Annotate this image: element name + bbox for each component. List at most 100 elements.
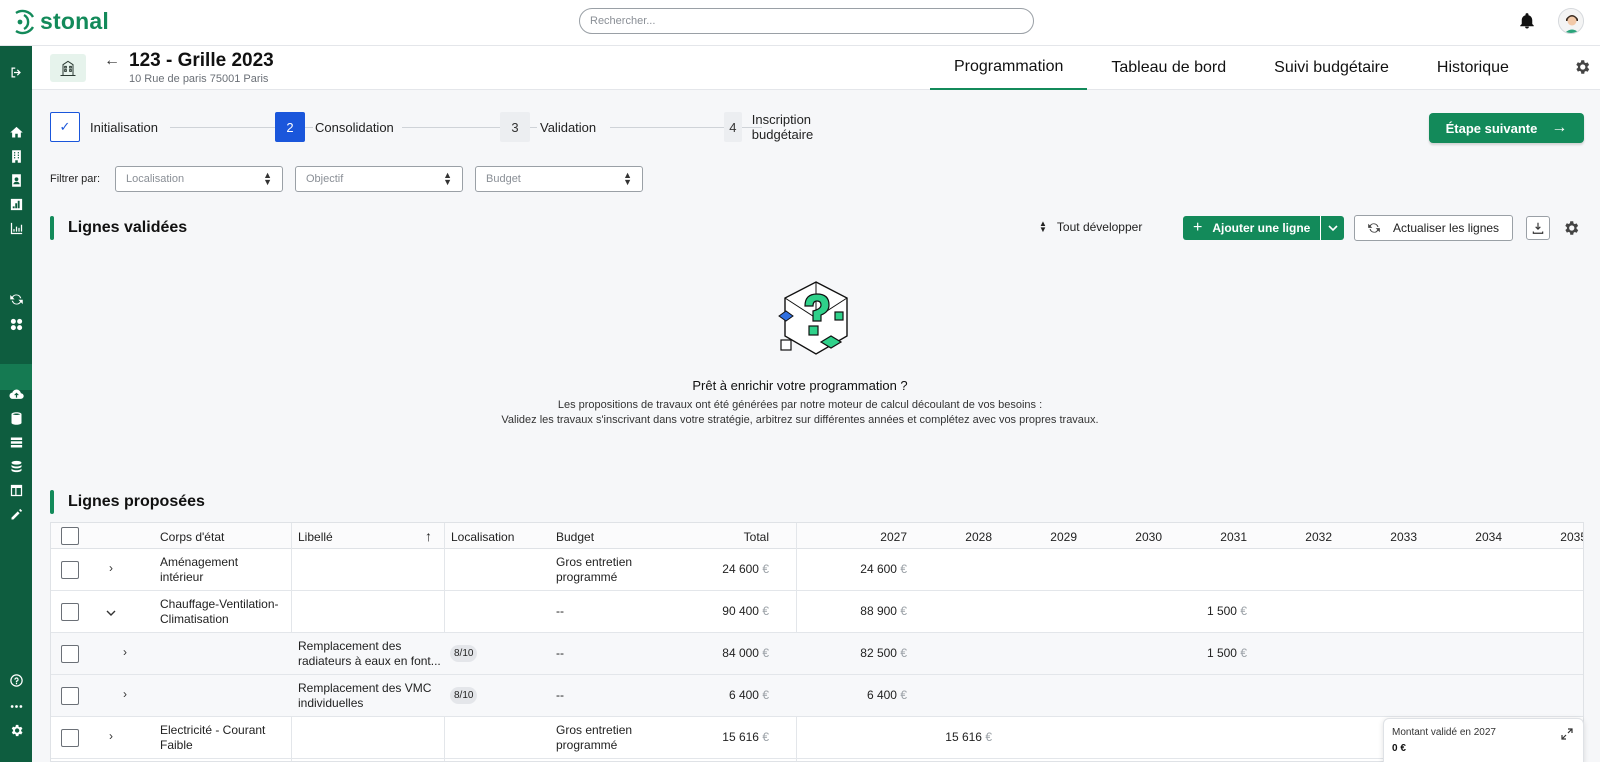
stonal-logo[interactable]: stonal [14,8,109,35]
plus-icon: + [1193,219,1203,236]
col-total[interactable]: Total [681,530,769,544]
sidebar-list[interactable] [6,432,26,452]
sort-arrow-up-icon[interactable]: ↑ [425,528,432,544]
step-initialisation[interactable]: ✓ Initialisation [50,112,158,142]
chevron-down-icon[interactable] [105,607,117,619]
validated-amount-label: Montant validé en 2027 [1392,727,1496,738]
col-year[interactable]: 2030 [1086,530,1162,544]
bar-chart-icon [10,198,22,210]
col-year[interactable]: 2027 [831,530,907,544]
header-settings-gear-icon[interactable] [1573,58,1591,76]
col-year[interactable]: 2033 [1341,530,1417,544]
sidebar-help[interactable] [6,670,26,690]
table-settings-gear-icon[interactable] [1562,219,1580,237]
chevron-right-icon[interactable]: › [123,645,127,659]
cell-total: 6 400 € [728,688,769,702]
sidebar-more[interactable] [6,696,26,716]
tab-programmation[interactable]: Programmation [930,46,1088,90]
cell-libelle: Remplacement des radiateurs à eaux en fon… [298,639,441,668]
step-validation[interactable]: 3 Validation [500,112,596,142]
tab-historique[interactable]: Historique [1413,46,1533,90]
step-label: Validation [540,119,597,135]
step-consolidation[interactable]: 2 Consolidation [275,112,394,142]
proposed-lines-table: Corps d'état Libellé ↑ Localisation Budg… [50,522,1584,762]
table-row[interactable]: › Electricité - Courant Faible Gros entre… [51,717,1583,759]
validated-section-title: Lignes validées [68,219,188,236]
refresh-lines-button[interactable]: Actualiser les lignes [1354,215,1513,241]
empty-state-line: Les propositions de travaux ont été géné… [557,399,1043,411]
next-step-button[interactable]: Étape suivante → [1429,113,1584,143]
col-budget[interactable]: Budget [556,530,594,544]
col-year[interactable]: 2028 [916,530,992,544]
expand-all-toggle[interactable]: ▲ ▼ Tout développer [1039,220,1143,235]
download-button[interactable] [1526,216,1550,240]
sidebar-buildings[interactable] [6,146,26,166]
table-row[interactable]: Chauffage-Ventilation- Climatisation -- 9… [51,591,1583,633]
validated-amount-panel[interactable]: Montant validé en 2027 0 € [1383,718,1584,762]
select-all-checkbox[interactable] [61,527,79,545]
back-arrow-icon[interactable]: ← [104,52,120,70]
sidebar-budget[interactable] [6,456,26,476]
chart-line-icon [10,222,22,234]
coins-icon [11,460,21,472]
col-localisation[interactable]: Localisation [451,530,514,544]
logout-icon [11,67,21,77]
filter-objectif-select[interactable]: Objectif ▲ ▼ [295,166,463,192]
refresh-label: Actualiser les lignes [1393,221,1500,235]
user-avatar[interactable] [1558,8,1584,34]
sidebar-sync[interactable] [6,289,26,309]
col-corps-etat[interactable]: Corps d'état [160,530,224,544]
cell-budget: Gros entretien programmé [556,555,633,584]
filter-localisation-select[interactable]: Localisation ▲ ▼ [115,166,283,192]
bell-icon[interactable] [1518,12,1536,30]
list-icon [10,437,22,447]
table-row[interactable]: › Remplacement des radiateurs à eaux en f… [51,633,1583,675]
col-year[interactable]: 2031 [1171,530,1247,544]
main-tabs: Programmation Tableau de bord Suivi budg… [930,46,1533,90]
step-inscription-budgetaire[interactable]: 4 Inscription budgétaire [724,112,825,142]
row-checkbox[interactable] [61,603,79,621]
updown-caret-icon: ▲ ▼ [443,170,452,187]
section-accent-bar [50,490,54,514]
sidebar-settings[interactable] [6,720,26,740]
localisation-badge: 8/10 [450,687,478,704]
building-thumbnail [50,54,86,82]
sidebar-reports[interactable] [6,194,26,214]
col-year[interactable]: 2029 [1001,530,1077,544]
col-year[interactable]: 2034 [1426,530,1502,544]
building-icon [60,60,76,76]
sidebar-contacts[interactable] [6,170,26,190]
col-libelle[interactable]: Libellé [298,530,333,544]
sidebar-home[interactable] [6,122,26,142]
cell-total: 24 600 € [722,562,769,576]
download-icon [1532,222,1544,234]
cell-total: 90 400 € [722,604,769,618]
col-year[interactable]: 2032 [1256,530,1332,544]
sidebar-programmation[interactable] [6,314,26,334]
chevron-right-icon[interactable]: › [109,561,113,575]
row-checkbox[interactable] [61,645,79,663]
sidebar-layout[interactable] [6,480,26,500]
sidebar-edit[interactable] [6,504,26,524]
table-row[interactable]: › Aménagement intérieur Gros entretien pro… [51,549,1583,591]
filter-budget-select[interactable]: Budget ▲ ▼ [475,166,643,192]
row-checkbox[interactable] [61,729,79,747]
expand-all-label: Tout développer [1056,220,1143,234]
chevron-right-icon[interactable]: › [123,687,127,701]
row-checkbox[interactable] [61,687,79,705]
empty-state-title: Prêt à enrichir votre programmation ? [692,378,908,393]
expand-icon[interactable] [1560,727,1574,741]
sidebar-logout[interactable] [6,62,26,82]
table-row[interactable]: › Remplacement des VMC individuelles 8/10… [51,675,1583,717]
chevron-right-icon[interactable]: › [109,729,113,743]
col-year[interactable]: 2035 [1511,530,1583,544]
add-line-button[interactable]: + Ajouter une ligne [1183,216,1320,240]
row-checkbox[interactable] [61,561,79,579]
add-line-dropdown[interactable] [1320,216,1344,240]
refresh-icon [1368,223,1380,233]
sidebar-analytics[interactable] [6,218,26,238]
tab-tableau-de-bord[interactable]: Tableau de bord [1087,46,1250,90]
top-bar: stonal [0,0,1600,46]
search-input[interactable] [579,8,1034,34]
tab-suivi-budgetaire[interactable]: Suivi budgétaire [1250,46,1413,90]
